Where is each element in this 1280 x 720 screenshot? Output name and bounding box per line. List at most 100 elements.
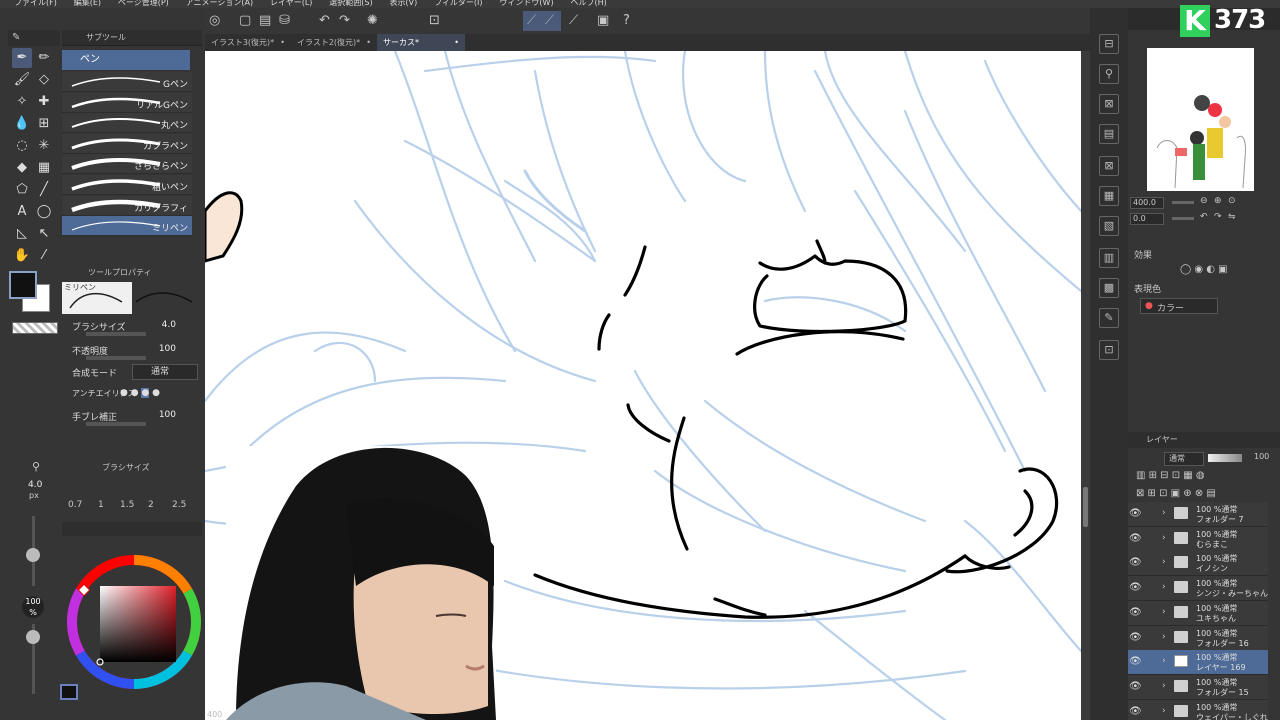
layer-opacity-slider[interactable] bbox=[1208, 454, 1242, 462]
layer-row[interactable]: 👁 › 100 %通常 レイヤー 169 bbox=[1128, 650, 1268, 676]
redo-icon[interactable]: ↷ bbox=[339, 13, 350, 28]
subtool-group-pen[interactable]: ペン bbox=[62, 50, 190, 70]
frame-tool-icon[interactable]: ⊞ bbox=[34, 114, 54, 134]
brush-row[interactable]: カリグラフィ bbox=[62, 195, 192, 216]
prop-brush-size[interactable]: ブラシサイズ 4.0 bbox=[72, 320, 194, 338]
rotate-right-icon[interactable]: ↷ bbox=[1214, 212, 1222, 222]
animation-icon[interactable]: ▦ bbox=[1099, 186, 1119, 206]
angle-slider[interactable] bbox=[1172, 217, 1194, 220]
transparent-swatch[interactable] bbox=[12, 322, 58, 334]
eye-icon[interactable]: 👁 bbox=[1129, 632, 1142, 643]
eye-icon[interactable]: 👁 bbox=[1129, 582, 1142, 593]
new-file-icon[interactable]: ▢ bbox=[239, 13, 251, 28]
menu-layer[interactable]: レイヤー(L) bbox=[270, 0, 312, 7]
tab-close-icon[interactable]: • bbox=[366, 34, 371, 51]
tab-close-icon[interactable]: • bbox=[454, 34, 459, 51]
layer-row[interactable]: 👁 › 100 %通常 ウェイパー・しぐれ bbox=[1128, 699, 1268, 720]
snap-special-icon[interactable]: ⟋ bbox=[545, 13, 554, 28]
blend-select[interactable]: 通常 bbox=[132, 364, 198, 380]
menu-animation[interactable]: アニメーション(A) bbox=[186, 0, 253, 7]
help-icon[interactable]: ? bbox=[623, 13, 630, 28]
layer-blend-select[interactable]: 通常 bbox=[1164, 452, 1204, 466]
size-option[interactable]: 0.7 bbox=[68, 500, 82, 510]
eye-icon[interactable]: 👁 bbox=[1129, 681, 1142, 692]
brush-row[interactable]: 粗いペン bbox=[62, 175, 192, 195]
tab-close-icon[interactable]: • bbox=[280, 34, 285, 51]
menu-selection[interactable]: 選択範囲(S) bbox=[329, 0, 372, 7]
eye-icon[interactable]: 👁 bbox=[1129, 508, 1142, 519]
opacity-slider-thumb[interactable] bbox=[26, 630, 40, 644]
expression-color-select[interactable]: カラー ● bbox=[1140, 298, 1218, 314]
navigator-angle-input[interactable]: 0.0 bbox=[1130, 213, 1164, 225]
brush-row[interactable]: Gペン bbox=[62, 72, 192, 92]
brush-row[interactable]: ミリペン bbox=[62, 216, 192, 237]
history-icon[interactable]: ▧ bbox=[1099, 216, 1119, 236]
size-option[interactable]: 2.5 bbox=[172, 500, 186, 510]
tab-illust3[interactable]: イラスト3(復元)* • bbox=[205, 34, 291, 51]
blend-tool-icon[interactable]: 💧 bbox=[12, 114, 32, 134]
menu-page[interactable]: ページ管理(P) bbox=[118, 0, 169, 7]
expand-chevron-icon[interactable]: › bbox=[1162, 557, 1166, 567]
eraser-tool-icon[interactable]: ◇ bbox=[34, 70, 54, 90]
menu-edit[interactable]: 編集(E) bbox=[74, 0, 101, 7]
menu-help[interactable]: ヘルプ(H) bbox=[570, 0, 606, 7]
clear-icon[interactable]: ✺ bbox=[367, 13, 378, 28]
effects-toggles[interactable]: ◯ ◉ ◐ ▣ bbox=[1180, 264, 1250, 278]
prop-slider[interactable] bbox=[86, 356, 146, 360]
rotate-left-icon[interactable]: ↶ bbox=[1200, 212, 1208, 222]
decoration-tool-icon[interactable]: ✧ bbox=[12, 92, 32, 112]
transform-icon[interactable]: ⊡ bbox=[429, 13, 440, 28]
edit-icon[interactable]: ✎ bbox=[1099, 308, 1119, 328]
eye-icon[interactable]: 👁 bbox=[1129, 607, 1142, 618]
pen-tool-icon[interactable]: ✒ bbox=[12, 48, 32, 68]
tab-circus[interactable]: サーカス* • bbox=[377, 34, 465, 51]
layer-row[interactable]: 👁 › 100 %通常 シンジ・みーちゃん bbox=[1128, 576, 1268, 602]
brush-size-slider-thumb[interactable] bbox=[26, 548, 40, 562]
menu-view[interactable]: 表示(V) bbox=[390, 0, 418, 7]
expand-chevron-icon[interactable]: › bbox=[1162, 632, 1166, 642]
pencil-tool-icon[interactable]: ✏ bbox=[34, 48, 54, 68]
gradient-tool-icon[interactable]: ▦ bbox=[34, 158, 54, 178]
navigator-zoom-input[interactable]: 400.0 bbox=[1130, 197, 1164, 209]
canvas-scrollbar[interactable] bbox=[1081, 51, 1090, 720]
lasso-tool-icon[interactable]: ◌ bbox=[12, 136, 32, 156]
expand-chevron-icon[interactable]: › bbox=[1162, 656, 1166, 666]
effect-toggle-icons[interactable]: ◯ ◉ ◐ ▣ bbox=[1180, 264, 1228, 275]
brush-row[interactable]: 丸ペン bbox=[62, 113, 192, 134]
fill-tool-icon[interactable]: ◆ bbox=[12, 158, 32, 178]
expand-chevron-icon[interactable]: › bbox=[1162, 681, 1166, 691]
line-tool-icon[interactable]: ╱ bbox=[34, 180, 54, 200]
color-wheel[interactable] bbox=[64, 552, 204, 692]
figure-tool-icon[interactable]: ⬠ bbox=[12, 180, 32, 200]
menu-window[interactable]: ウィンドウ(W) bbox=[499, 0, 553, 7]
layer-tool-icons[interactable]: ▥ ⊞ ⊟ ⊡ ▦ ◍ bbox=[1136, 470, 1205, 481]
layer-search-icon[interactable]: ⊠ bbox=[1099, 156, 1119, 176]
expand-chevron-icon[interactable]: › bbox=[1162, 706, 1166, 716]
layer-row[interactable]: 👁 › 100 %通常 フォルダー 15 bbox=[1128, 674, 1268, 700]
snap-ruler-icon[interactable]: ⟋ bbox=[527, 13, 536, 28]
main-color-swatch[interactable] bbox=[9, 271, 37, 299]
zoom-slider[interactable] bbox=[1172, 201, 1194, 204]
material-icon[interactable]: ⊠ bbox=[1099, 94, 1119, 114]
open-file-icon[interactable]: ▤ bbox=[259, 13, 271, 28]
zoom-in-icon[interactable]: ⊕ bbox=[1214, 196, 1222, 206]
search-icon[interactable]: ⚲ bbox=[1099, 64, 1119, 84]
prop-opacity[interactable]: 不透明度 100 bbox=[72, 344, 194, 362]
eye-icon[interactable]: 👁 bbox=[1129, 706, 1142, 717]
layer-action-icons[interactable]: ⊠ ⊞ ⊡ ▣ ⊕ ⊗ ▤ bbox=[1136, 488, 1216, 499]
layer-row[interactable]: 👁 › 100 %通常 フォルダー 16 bbox=[1128, 625, 1268, 651]
auto-action-icon[interactable]: ▥ bbox=[1099, 248, 1119, 268]
zoom-out-icon[interactable]: ⊖ bbox=[1200, 196, 1208, 206]
panel-toggle-icon[interactable]: ⊟ bbox=[1099, 34, 1119, 54]
layer-row[interactable]: 👁 › 100 %通常 ユキちゃん bbox=[1128, 600, 1268, 626]
layer-row[interactable]: 👁 › 100 %通常 むらまこ bbox=[1128, 526, 1268, 552]
hand-tool-icon[interactable]: ✋ bbox=[12, 246, 32, 266]
export-icon[interactable]: ⊡ bbox=[1099, 340, 1119, 360]
layer-property-icon[interactable]: ▤ bbox=[1099, 124, 1119, 144]
tab-illust2[interactable]: イラスト2(復元)* • bbox=[291, 34, 377, 51]
balloon-tool-icon[interactable]: ◯ bbox=[34, 202, 54, 222]
settings-icon[interactable]: ▣ bbox=[597, 13, 609, 28]
flip-icon[interactable]: ⇋ bbox=[1228, 212, 1236, 222]
expand-chevron-icon[interactable]: › bbox=[1162, 582, 1166, 592]
expand-chevron-icon[interactable]: › bbox=[1162, 607, 1166, 617]
